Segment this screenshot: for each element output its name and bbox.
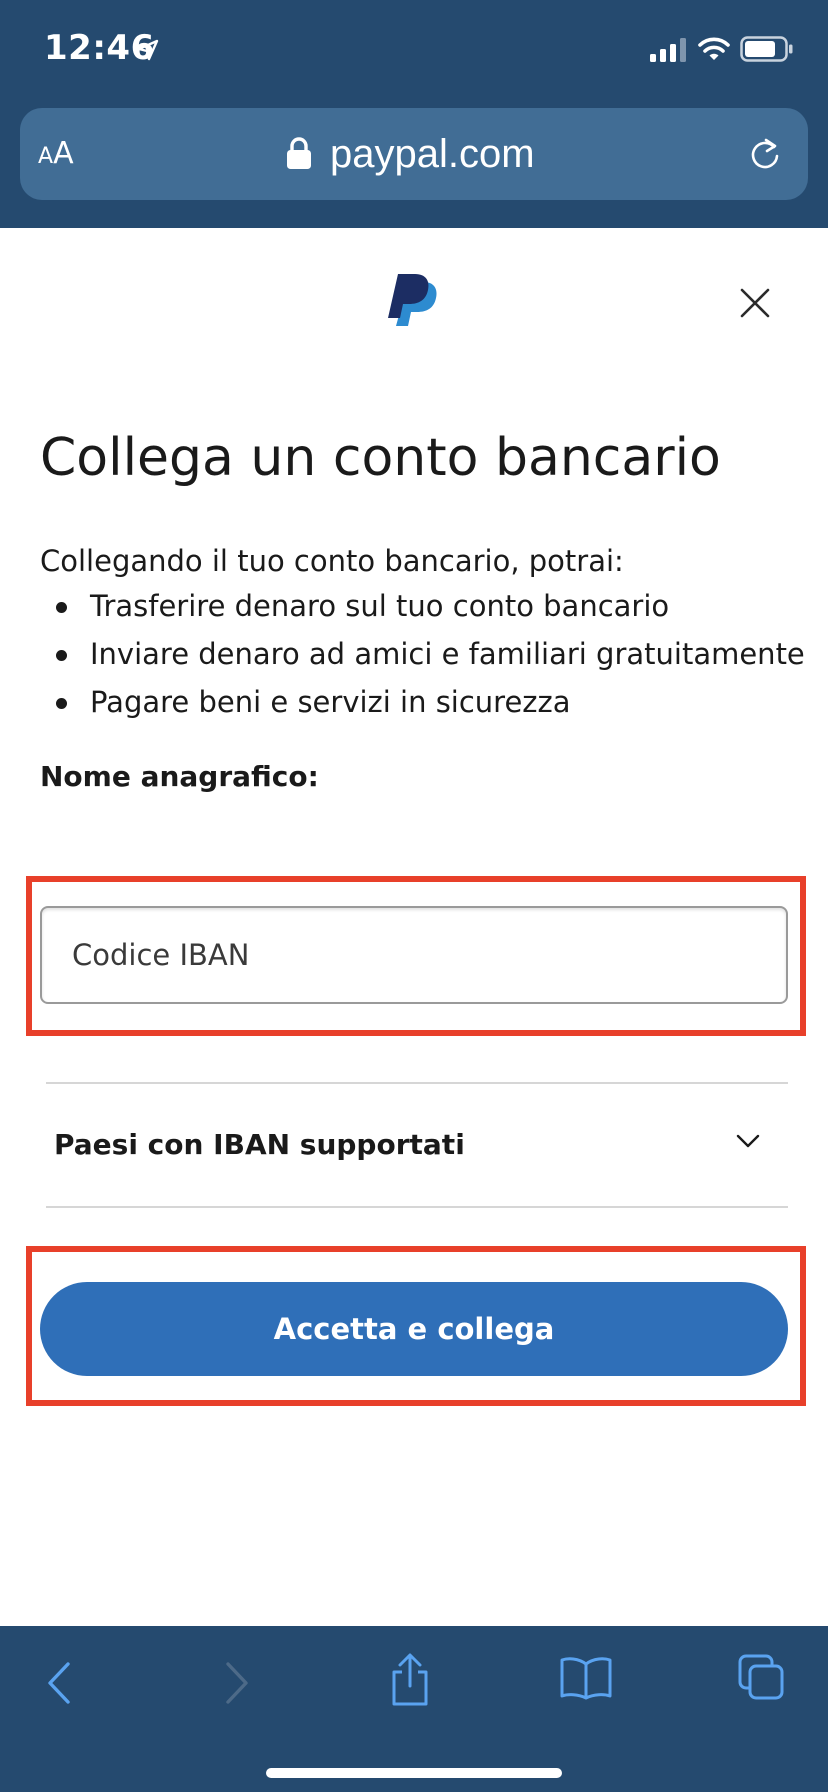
text-size-large-letter: A — [53, 136, 74, 171]
chevron-down-icon — [736, 1134, 760, 1148]
url-text[interactable]: paypal.com — [330, 128, 535, 180]
signal-icon — [650, 38, 686, 62]
page-title: Collega un conto bancario — [40, 428, 721, 488]
list-item: Inviare denaro ad amici e familiari grat… — [40, 630, 805, 678]
accept-and-link-button[interactable]: Accetta e collega — [40, 1282, 788, 1376]
browser-bottom-toolbar — [0, 1626, 828, 1792]
location-arrow-icon — [137, 39, 159, 61]
intro-text: Collegando il tuo conto bancario, potrai… — [40, 544, 624, 578]
iban-input[interactable] — [40, 906, 788, 1004]
paypal-logo-icon — [388, 274, 437, 326]
text-size-small-letter: A — [38, 144, 54, 169]
reload-icon[interactable] — [748, 136, 782, 172]
list-item: Pagare beni e servizi in sicurezza — [40, 678, 800, 726]
legal-name-label: Nome anagrafico: — [40, 760, 319, 793]
supported-countries-accordion[interactable]: Paesi con IBAN supportati — [46, 1084, 788, 1208]
forward-icon[interactable] — [222, 1660, 252, 1706]
back-icon[interactable] — [44, 1660, 74, 1706]
battery-icon — [740, 36, 793, 62]
home-indicator — [266, 1768, 562, 1778]
tabs-icon[interactable] — [738, 1654, 786, 1702]
list-item: Trasferire denaro sul tuo conto bancario — [40, 582, 800, 630]
lock-icon — [287, 137, 311, 169]
bookmarks-icon[interactable] — [560, 1656, 612, 1700]
address-bar[interactable]: AA paypal.com — [20, 108, 808, 200]
benefits-list: Trasferire denaro sul tuo conto bancario… — [40, 582, 805, 726]
share-icon[interactable] — [388, 1652, 432, 1708]
wifi-icon — [698, 37, 730, 60]
divider — [46, 1206, 788, 1208]
close-icon[interactable] — [740, 288, 770, 318]
text-size-button[interactable]: AA — [38, 134, 74, 177]
supported-countries-label: Paesi con IBAN supportati — [54, 1128, 465, 1161]
browser-top-chrome: 12:46 AA paypal.com — [0, 0, 828, 228]
